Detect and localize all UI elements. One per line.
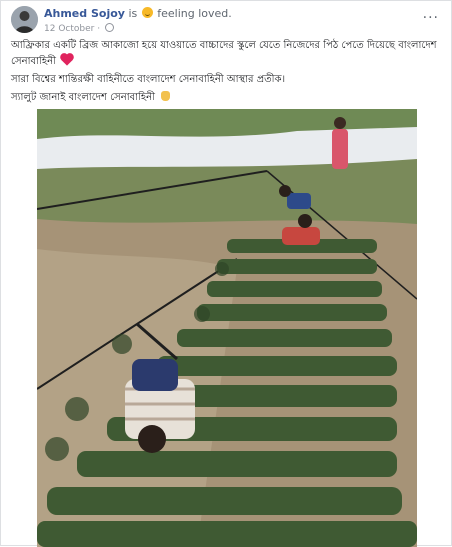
author-line: Ahmed Sojoy is feeling loved. [44,7,232,20]
timestamp[interactable]: 12 October [44,24,94,34]
smiling-face-icon [141,7,153,18]
post-text-line-1-content: আফ্রিকার একটি ব্রিজ আকাজো হয়ে যাওয়াতে … [11,40,437,67]
globe-icon [104,23,114,32]
more-options-icon[interactable]: ··· [423,10,439,26]
post-meta: 12 October · [44,23,114,34]
author-name[interactable]: Ahmed Sojoy [44,7,125,20]
post-header: Ahmed Sojoy is feeling loved. 12 October… [11,6,441,36]
photo-illustration [37,109,417,547]
post-text-line-2-content: সারা বিশ্বের শান্তিরক্ষী বাহিনীতে বাংলাদ… [11,74,286,85]
salute-hand-icon [161,91,171,101]
post-text-line-2: সারা বিশ্বের শান্তিরক্ষী বাহিনীতে বাংলাদ… [11,72,441,88]
post-text-line-1: আফ্রিকার একটি ব্রিজ আকাজো হয়ে যাওয়াতে … [11,38,441,70]
post-text-line-3-content: স্যালুট জানাই বাংলাদেশ সেনাবাহিনী [11,92,156,103]
meta-separator: · [97,24,101,34]
is-text: is [128,7,138,20]
post-text-line-3: স্যালুট জানাই বাংলাদেশ সেনাবাহিনী [11,90,441,106]
post-photo[interactable] [37,109,417,547]
heart-icon [61,54,73,66]
feeling-text: feeling loved. [157,7,232,20]
post-text: আফ্রিকার একটি ব্রিজ আকাজো হয়ে যাওয়াতে … [11,38,441,108]
post-card: Ahmed Sojoy is feeling loved. 12 October… [0,0,452,547]
avatar[interactable] [11,6,38,33]
